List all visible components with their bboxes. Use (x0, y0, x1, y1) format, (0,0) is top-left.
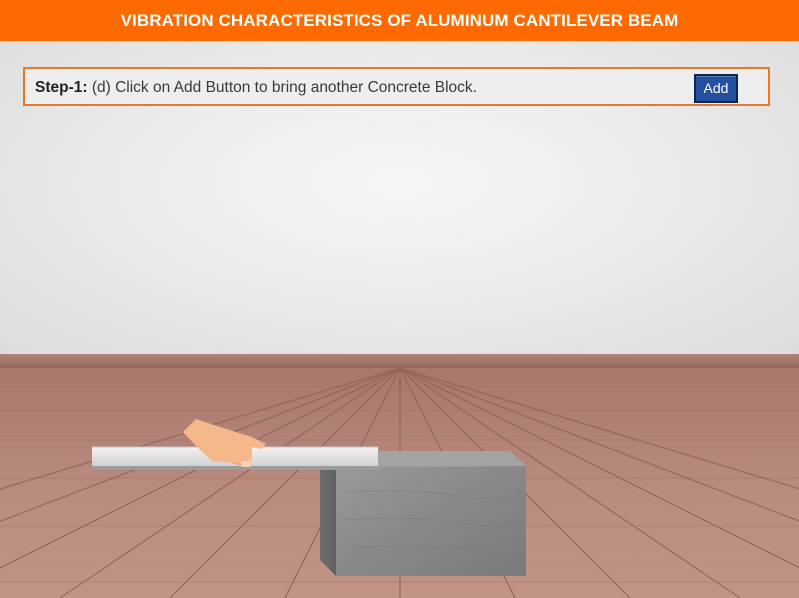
hand-icon (183, 419, 266, 467)
simulation-window: VIBRATION CHARACTERISTICS OF ALUMINUM CA… (0, 0, 799, 598)
